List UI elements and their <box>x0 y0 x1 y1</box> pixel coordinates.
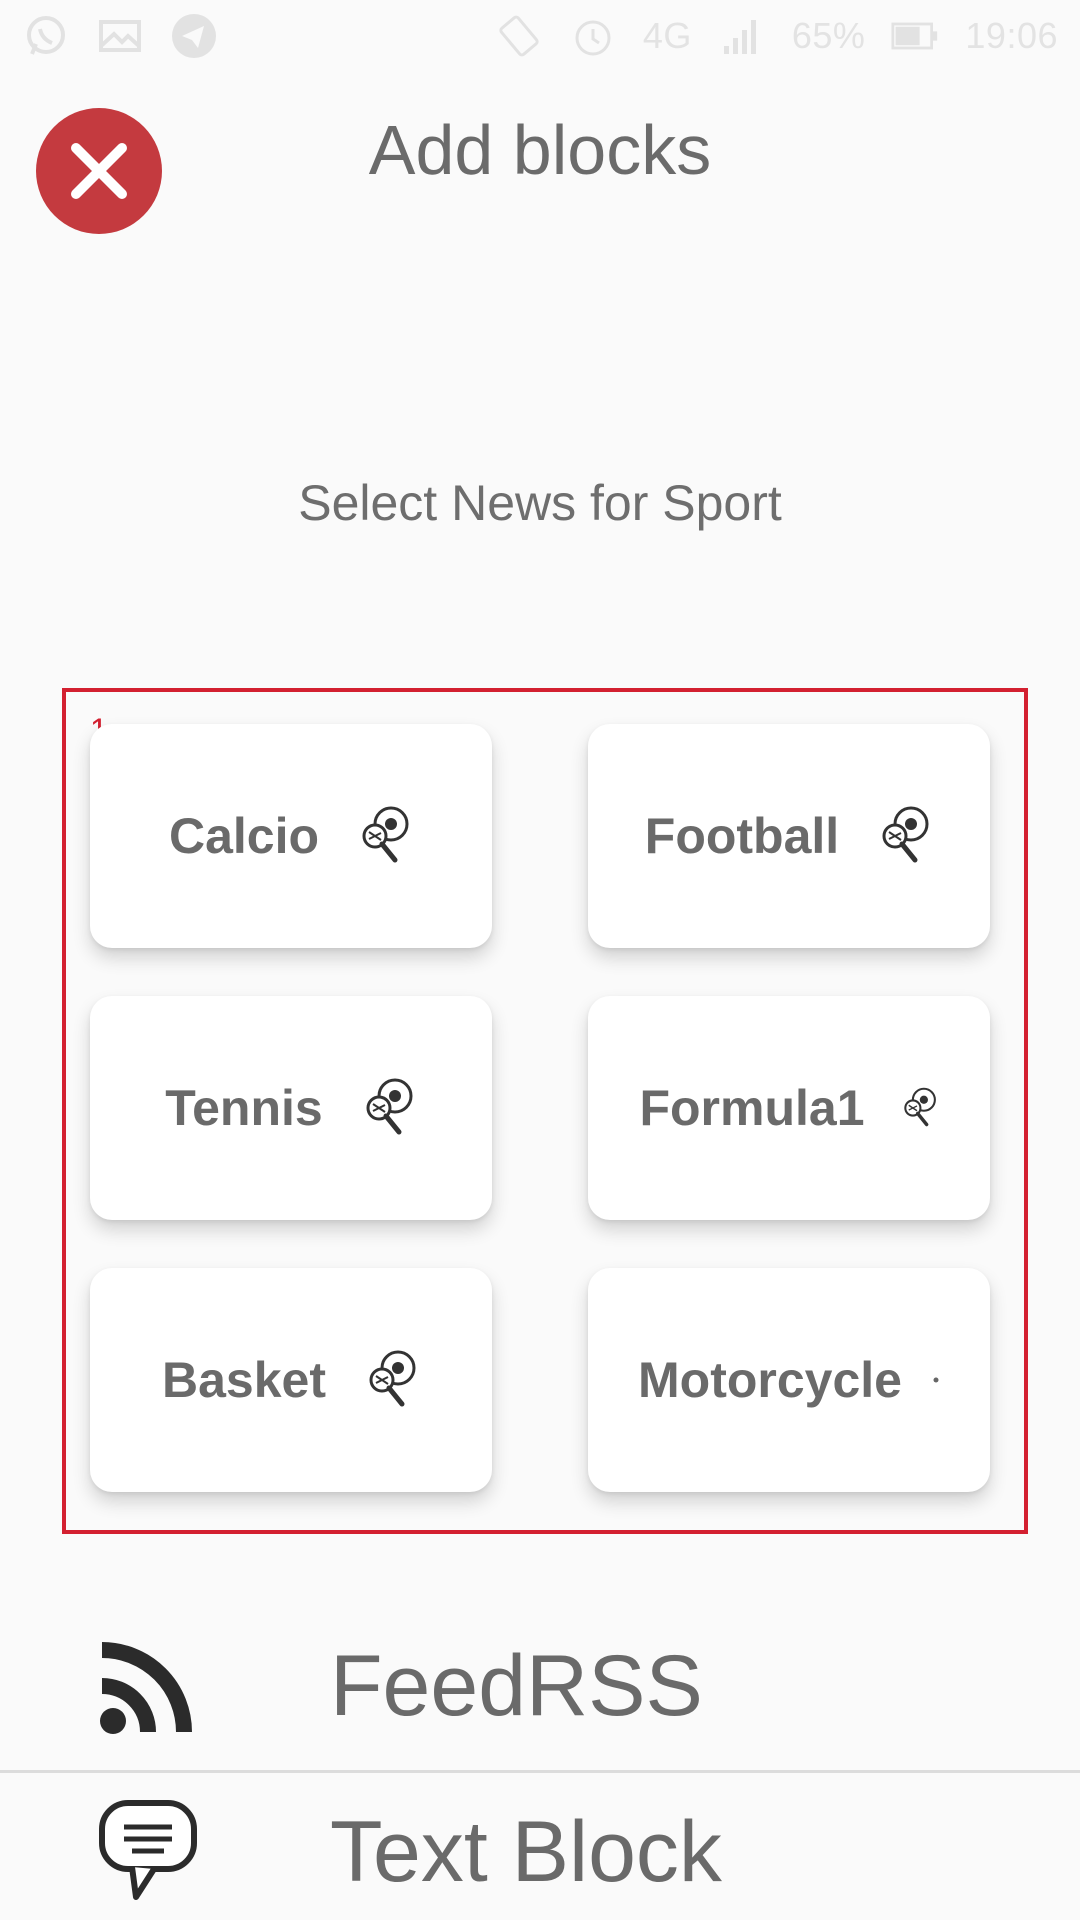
card-tennis[interactable]: Tennis <box>90 996 492 1220</box>
battery-icon <box>891 12 939 60</box>
rotate-icon <box>495 12 543 60</box>
row-feedrss[interactable]: FeedRSS <box>0 1606 1080 1766</box>
card-label: Formula1 <box>639 1080 865 1136</box>
sports-icon <box>353 1076 417 1140</box>
network-type: 4G <box>642 15 692 56</box>
mail-icon <box>96 12 144 60</box>
card-label: Motorcycle <box>638 1352 902 1408</box>
status-right: 4G 65% 19:06 <box>495 12 1058 60</box>
chat-bubble-icon <box>98 1797 198 1907</box>
row-label: FeedRSS <box>330 1637 703 1734</box>
card-calcio[interactable]: Calcio <box>90 724 492 948</box>
sports-icon <box>869 804 933 868</box>
row-text-block[interactable]: Text Block <box>0 1772 1080 1920</box>
card-basket[interactable]: Basket <box>90 1268 492 1492</box>
signal-icon <box>718 12 766 60</box>
sports-icon <box>895 1086 939 1130</box>
card-motorcycle[interactable]: Motorcycle <box>588 1268 990 1492</box>
card-label: Tennis <box>165 1080 323 1136</box>
rss-icon <box>98 1636 198 1736</box>
card-label: Football <box>644 808 840 864</box>
card-label: Basket <box>162 1352 326 1408</box>
card-football[interactable]: Football <box>588 724 990 948</box>
card-label: Calcio <box>168 808 320 864</box>
sports-icon <box>349 804 413 868</box>
battery-percent: 65% <box>791 15 866 56</box>
telegram-icon <box>170 12 218 60</box>
row-label: Text Block <box>330 1803 722 1900</box>
status-bar: 4G 65% 19:06 <box>0 0 1080 72</box>
whatsapp-icon <box>22 12 70 60</box>
section-subtitle: Select News for Sport <box>298 475 782 531</box>
page-title: Add blocks <box>368 111 712 189</box>
sports-icon <box>932 1376 940 1384</box>
card-formula1[interactable]: Formula1 <box>588 996 990 1220</box>
status-left <box>22 12 218 60</box>
add-blocks-screen: 4G 65% 19:06 Add blocks Select News for … <box>0 0 1080 1920</box>
clock: 19:06 <box>965 15 1058 56</box>
sports-icon <box>356 1348 420 1412</box>
alarm-icon <box>569 12 617 60</box>
